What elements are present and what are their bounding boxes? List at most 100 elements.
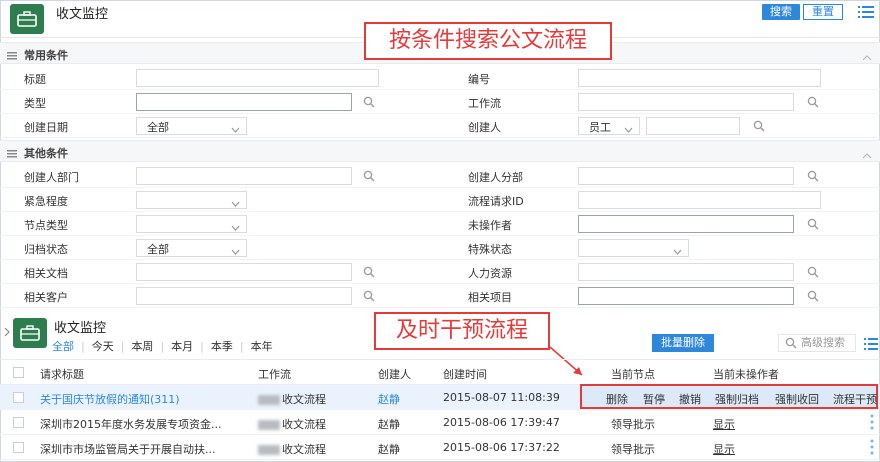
search-icon[interactable] — [807, 96, 819, 108]
search-icon[interactable] — [753, 120, 765, 132]
tab-divider: | — [239, 339, 244, 353]
search-icon[interactable] — [363, 290, 375, 302]
force-recall-action[interactable]: 强制收回 — [775, 391, 819, 407]
search-button[interactable]: 搜索 — [762, 4, 800, 20]
search-icon[interactable] — [807, 290, 819, 302]
reset-button[interactable]: 重置 — [803, 4, 843, 20]
search-icon[interactable] — [807, 218, 819, 230]
unoperated-input[interactable] — [578, 215, 794, 233]
current-node-cell: 领导批示 — [611, 418, 655, 431]
tab-week[interactable]: 本周 — [131, 338, 153, 354]
advanced-search-label: 高级搜索 — [801, 336, 845, 349]
more-options-icon[interactable] — [870, 414, 874, 433]
creator-branch-input[interactable] — [578, 167, 794, 185]
type-input[interactable] — [136, 93, 352, 111]
pause-action[interactable]: 暂停 — [643, 391, 665, 407]
table-header: 请求标题 工作流 创建人 创建时间 当前节点 当前未操作者 — [0, 359, 880, 385]
number-input[interactable] — [578, 69, 821, 87]
table-row[interactable]: 深圳市2015年度水务发展专项资金... 收文流程 赵静 2015-08-06 … — [0, 410, 880, 435]
column-header[interactable]: 工作流 — [258, 366, 291, 382]
chevron-up-icon[interactable] — [862, 149, 872, 159]
chevron-up-icon[interactable] — [862, 51, 872, 61]
workflow-input[interactable] — [578, 93, 794, 111]
urgency-label: 紧急程度 — [24, 195, 68, 208]
redacted-block — [258, 445, 280, 455]
tab-today[interactable]: 今天 — [92, 338, 114, 354]
bulk-delete-button[interactable]: 批量删除 — [652, 334, 714, 352]
hr-input[interactable] — [578, 263, 794, 281]
table-row[interactable]: 深圳市市场监管局关于开展自动扶... 收文流程 赵静 2015-08-06 17… — [0, 435, 880, 460]
special-status-select[interactable] — [578, 239, 689, 257]
show-operators-link[interactable]: 显示 — [713, 441, 735, 457]
tab-divider: | — [200, 339, 204, 353]
tab-month[interactable]: 本月 — [171, 338, 193, 354]
workflow-value: 收文流程 — [282, 443, 326, 456]
show-operators-link[interactable]: 显示 — [713, 416, 735, 432]
row-checkbox[interactable] — [13, 392, 24, 403]
search-icon[interactable] — [363, 170, 375, 182]
column-header[interactable]: 当前节点 — [611, 366, 655, 382]
row-checkbox[interactable] — [13, 442, 24, 453]
form-row: 创建人部门 创建人分部 — [0, 164, 880, 188]
form-row: 节点类型 未操作者 — [0, 212, 880, 236]
select-all-checkbox[interactable] — [13, 367, 24, 378]
request-title-link[interactable]: 深圳市市场监管局关于开展自动扶... — [40, 441, 216, 457]
node-type-select[interactable] — [136, 215, 247, 233]
archive-status-select[interactable]: 全部 — [136, 239, 247, 257]
request-title-link[interactable]: 关于国庆节放假的通知(311) — [40, 391, 180, 407]
row-checkbox[interactable] — [13, 417, 24, 428]
number-label: 编号 — [468, 73, 490, 86]
creator-link[interactable]: 赵静 — [378, 441, 400, 457]
chevron-right-icon[interactable] — [4, 327, 10, 337]
tab-quarter[interactable]: 本季 — [211, 338, 233, 354]
tab-divider: | — [81, 339, 85, 353]
title-input[interactable] — [136, 69, 379, 87]
special-status-label: 特殊状态 — [468, 243, 512, 256]
delete-action[interactable]: 删除 — [606, 391, 628, 407]
archive-status-value: 全部 — [147, 243, 169, 256]
related-customer-input[interactable] — [136, 287, 352, 305]
tab-year[interactable]: 本年 — [251, 338, 273, 354]
chevron-down-icon — [624, 123, 633, 133]
creator-type-select[interactable]: 员工 — [578, 117, 640, 135]
hr-label: 人力资源 — [468, 267, 512, 280]
column-header[interactable]: 创建人 — [378, 366, 411, 382]
creator-dept-input[interactable] — [136, 167, 352, 185]
form-row: 类型 工作流 — [0, 90, 880, 114]
force-archive-action[interactable]: 强制归档 — [715, 391, 759, 407]
search-icon[interactable] — [807, 170, 819, 182]
search-icon[interactable] — [807, 266, 819, 278]
list-menu-icon[interactable] — [864, 337, 878, 350]
urgency-select[interactable] — [136, 191, 247, 209]
created-date-select[interactable]: 全部 — [136, 117, 247, 135]
more-options-icon[interactable] — [870, 439, 874, 458]
related-project-label: 相关项目 — [468, 291, 512, 304]
time-filter-tabs: 全部 | 今天 | 本周 | 本月 | 本季 | 本年 — [52, 338, 273, 354]
request-id-input[interactable] — [578, 191, 821, 209]
tab-all[interactable]: 全部 — [52, 338, 74, 354]
list-menu-icon[interactable] — [858, 5, 874, 19]
search-icon[interactable] — [363, 266, 375, 278]
column-header[interactable]: 创建时间 — [443, 366, 487, 382]
advanced-search-input[interactable]: 高级搜索 — [778, 334, 856, 352]
form-row: 归档状态 全部 特殊状态 — [0, 236, 880, 260]
related-doc-input[interactable] — [136, 263, 352, 281]
column-header[interactable]: 当前未操作者 — [713, 366, 779, 382]
form-row: 紧急程度 流程请求ID — [0, 188, 880, 212]
workflow-intervene-action[interactable]: 流程干预 — [833, 391, 877, 407]
request-title-link[interactable]: 深圳市2015年度水务发展专项资金... — [40, 416, 221, 432]
search-icon[interactable] — [363, 96, 375, 108]
hamburger-icon — [7, 50, 17, 60]
type-label: 类型 — [24, 97, 46, 110]
column-header[interactable]: 请求标题 — [40, 366, 84, 382]
list-title: 收文监控 — [54, 321, 107, 336]
briefcase-icon — [13, 318, 47, 348]
creator-input[interactable] — [646, 117, 740, 135]
related-doc-label: 相关文档 — [24, 267, 68, 280]
creator-link[interactable]: 赵静 — [378, 391, 400, 407]
revoke-action[interactable]: 撤销 — [679, 391, 701, 407]
chevron-down-icon — [231, 123, 240, 133]
other-conditions-header[interactable]: 其他条件 — [0, 140, 880, 162]
creator-link[interactable]: 赵静 — [378, 416, 400, 432]
related-project-input[interactable] — [578, 287, 794, 305]
